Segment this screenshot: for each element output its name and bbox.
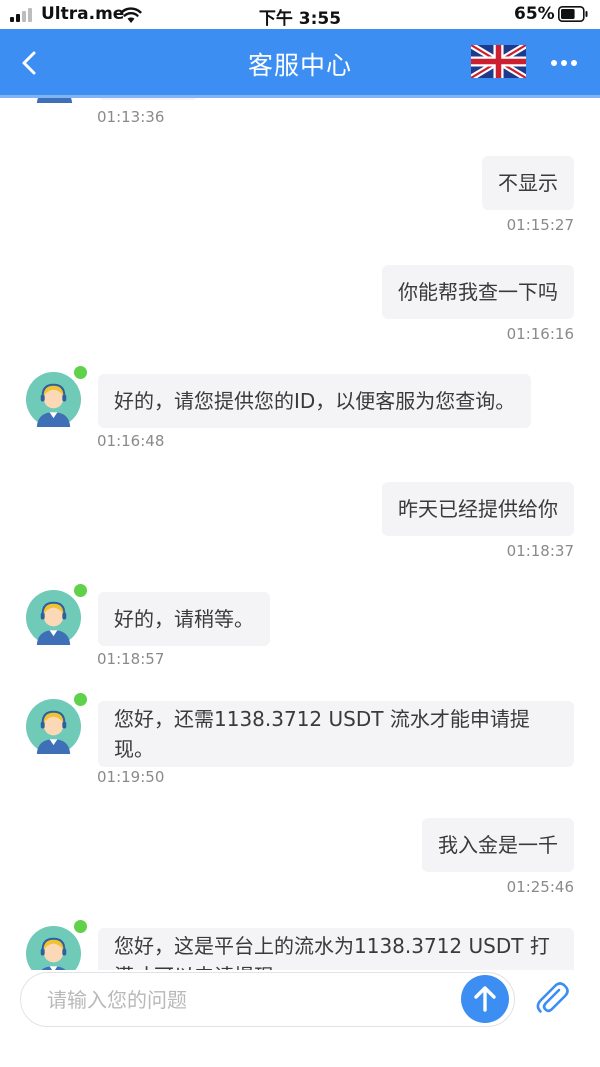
agent-avatar (36, 98, 73, 103)
message-bubble: 不显示 (482, 156, 574, 210)
paperclip-icon[interactable] (532, 978, 572, 1018)
message-bubble: 您好，还需1138.3712 USDT 流水才能申请提现。 (98, 701, 574, 767)
message-time: 01:16:48 (97, 432, 165, 450)
message-bubble: 好的，请稍等。 (98, 592, 270, 646)
message-time: 01:16:16 (506, 325, 574, 343)
message-user: 你能帮我查一下吗 01:16:16 (0, 265, 600, 345)
online-status-dot (74, 366, 87, 379)
uk-flag-icon[interactable] (471, 45, 526, 78)
message-time: 01:13:36 (97, 108, 165, 126)
message-user: 不显示 01:15:27 (0, 156, 600, 236)
message-bubble (98, 98, 198, 100)
message-agent: 好的，请您提供您的ID，以便客服为您查询。 01:16:48 (0, 366, 600, 456)
battery-percent: 65% (514, 4, 555, 24)
message-time: 01:18:37 (506, 542, 574, 560)
online-status-dot (74, 920, 87, 933)
message-agent: 01:13:36 (0, 98, 600, 128)
battery-icon (558, 6, 588, 22)
message-bubble: 昨天已经提供给你 (382, 482, 574, 536)
message-bubble: 好的，请您提供您的ID，以便客服为您查询。 (98, 374, 532, 428)
more-dots-icon[interactable] (545, 47, 583, 79)
message-agent: 您好，这是平台上的流水为1138.3712 USDT 打满才可以申请提现。 (0, 920, 600, 970)
message-input-bar (0, 970, 600, 1067)
message-time: 01:15:27 (506, 216, 574, 234)
message-input-box[interactable] (20, 972, 515, 1027)
status-bar: Ultra.me 下午 3:55 65% (0, 0, 600, 29)
app-header: 客服中心 (0, 29, 600, 95)
message-bubble: 您好，这是平台上的流水为1138.3712 USDT 打满才可以申请提现。 (98, 928, 574, 970)
message-user: 昨天已经提供给你 01:18:37 (0, 482, 600, 562)
message-agent: 好的，请稍等。 01:18:57 (0, 584, 600, 674)
online-status-dot (74, 584, 87, 597)
status-time: 下午 3:55 (258, 9, 342, 29)
agent-avatar (26, 372, 81, 427)
message-time: 01:19:50 (97, 768, 165, 786)
agent-avatar (26, 699, 81, 754)
agent-avatar (26, 926, 81, 970)
arrow-up-icon (474, 986, 496, 1012)
send-button[interactable] (461, 975, 509, 1023)
chat-area[interactable]: 01:13:36 不显示 01:15:27 你能帮我查一下吗 01:16:16 … (0, 98, 600, 970)
message-bubble: 你能帮我查一下吗 (382, 265, 574, 319)
agent-avatar (26, 590, 81, 645)
message-time: 01:25:46 (506, 878, 574, 896)
online-status-dot (74, 693, 87, 706)
message-user: 我入金是一千 01:25:46 (0, 818, 600, 898)
message-bubble: 我入金是一千 (422, 818, 574, 872)
message-agent: 您好，还需1138.3712 USDT 流水才能申请提现。 01:19:50 (0, 693, 600, 803)
message-input[interactable] (47, 983, 447, 1017)
message-time: 01:18:57 (97, 650, 165, 668)
